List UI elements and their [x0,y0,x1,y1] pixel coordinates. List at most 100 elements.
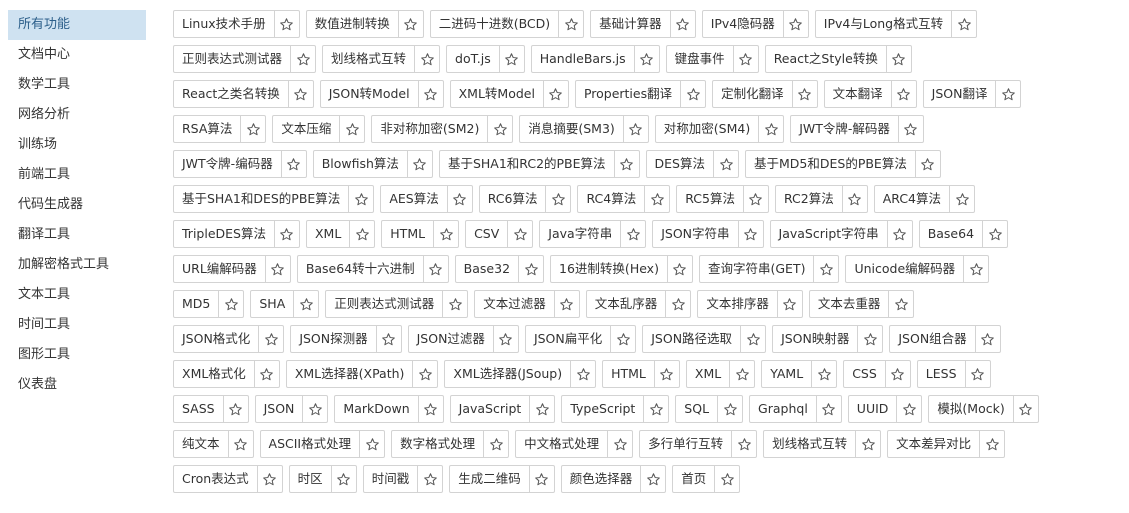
tool-label[interactable]: doT.js [447,46,499,72]
star-icon[interactable] [949,186,974,212]
tool-label[interactable]: JSON组合器 [890,326,974,352]
tool-button[interactable]: Java字符串 [539,220,647,248]
tool-label[interactable]: 划线格式互转 [764,431,855,457]
tool-button[interactable]: JSON转Model [319,80,444,108]
star-icon[interactable] [982,221,1007,247]
star-icon[interactable] [896,396,921,422]
tool-label[interactable]: 基于SHA1和DES的PBE算法 [174,186,348,212]
star-icon[interactable] [518,256,543,282]
tool-button[interactable]: 数值进制转换 [305,10,424,38]
star-icon[interactable] [886,221,912,247]
tool-button[interactable]: JSON过滤器 [407,325,519,353]
tool-label[interactable]: SASS [174,396,223,422]
tool-button[interactable]: JavaScript [449,395,556,423]
tool-button[interactable]: SQL [675,395,744,423]
star-icon[interactable] [666,256,692,282]
tool-label[interactable]: ASCII格式处理 [261,431,360,457]
tool-label[interactable]: RSA算法 [174,116,240,142]
tool-button[interactable]: AES算法 [380,185,473,213]
star-icon[interactable] [813,256,838,282]
star-icon[interactable] [622,116,648,142]
tool-label[interactable]: 二进码十进数(BCD) [431,11,558,37]
sidebar-item[interactable]: 前端工具 [8,160,146,190]
star-icon[interactable] [742,186,768,212]
star-icon[interactable] [406,151,432,177]
tool-label[interactable]: Linux技术手册 [174,11,274,37]
tool-label[interactable]: TripleDES算法 [174,221,274,247]
star-icon[interactable] [558,11,583,37]
tool-button[interactable]: XML转Model [449,80,569,108]
star-icon[interactable] [528,466,554,492]
tool-button[interactable]: HandleBars.js [530,45,660,73]
star-icon[interactable] [776,291,802,317]
tool-label[interactable]: 正则表达式测试器 [174,46,290,72]
tool-label[interactable]: TypeScript [562,396,643,422]
tool-button[interactable]: 首页 [672,465,741,493]
tool-label[interactable]: ARC4算法 [875,186,949,212]
star-icon[interactable] [815,396,841,422]
sidebar-item[interactable]: 文本工具 [8,280,146,310]
tool-button[interactable]: JSON路径选取 [642,325,767,353]
star-icon[interactable] [417,81,443,107]
sidebar-item[interactable]: 网络分析 [8,100,146,130]
star-icon[interactable] [264,256,290,282]
tool-button[interactable]: 消息摘要(SM3) [519,115,649,143]
star-icon[interactable] [729,361,754,387]
star-icon[interactable] [885,46,911,72]
star-icon[interactable] [732,46,758,72]
tool-label[interactable]: XML转Model [451,81,543,107]
tool-button[interactable]: React之类名转换 [173,80,314,108]
tool-label[interactable]: 文本差异对比 [888,431,979,457]
tool-label[interactable]: CSV [466,221,507,247]
tool-button[interactable]: 文本压缩 [272,115,366,143]
tool-label[interactable]: JSON探测器 [291,326,375,352]
tool-button[interactable]: 多行单行互转 [639,430,758,458]
tool-label[interactable]: DES算法 [647,151,713,177]
star-icon[interactable] [422,256,448,282]
tool-button[interactable]: 键盘事件 [665,45,759,73]
tool-label[interactable]: XML选择器(XPath) [287,361,413,387]
tool-button[interactable]: RC4算法 [577,185,671,213]
tool-label[interactable]: Base32 [456,256,518,282]
tool-button[interactable]: 模拟(Mock) [928,395,1039,423]
tool-button[interactable]: Base64 [918,220,1009,248]
star-icon[interactable] [890,81,916,107]
star-icon[interactable] [979,431,1004,457]
tool-label[interactable]: AES算法 [381,186,446,212]
tool-label[interactable]: 基于SHA1和RC2的PBE算法 [440,151,614,177]
tool-label[interactable]: 划线格式互转 [323,46,414,72]
star-icon[interactable] [359,431,384,457]
tool-button[interactable]: 生成二维码 [449,465,555,493]
star-icon[interactable] [348,186,373,212]
star-icon[interactable] [680,81,705,107]
tool-label[interactable]: JSON路径选取 [643,326,740,352]
star-icon[interactable] [613,151,639,177]
tool-label[interactable]: MD5 [174,291,218,317]
star-icon[interactable] [607,431,632,457]
tool-label[interactable]: JWT令牌-编码器 [174,151,281,177]
tool-label[interactable]: 时区 [290,466,331,492]
star-icon[interactable] [884,361,910,387]
star-icon[interactable] [417,396,443,422]
tool-label[interactable]: 16进制转换(Hex) [551,256,667,282]
tool-label[interactable]: 文本乱序器 [587,291,666,317]
tool-label[interactable]: 颜色选择器 [562,466,641,492]
tool-button[interactable]: JSON字符串 [652,220,764,248]
tool-button[interactable]: 时间戳 [362,465,444,493]
tool-button[interactable]: Base64转十六进制 [296,255,449,283]
star-icon[interactable] [713,151,738,177]
tool-label[interactable]: Base64 [920,221,982,247]
star-icon[interactable] [964,361,990,387]
sidebar-item[interactable]: 时间工具 [8,310,146,340]
star-icon[interactable] [553,291,579,317]
tool-label[interactable]: JSON格式化 [174,326,258,352]
star-icon[interactable] [995,81,1020,107]
star-icon[interactable] [256,466,282,492]
tool-label[interactable]: JSON过滤器 [409,326,493,352]
tool-button[interactable]: JavaScript字符串 [769,220,913,248]
tool-button[interactable]: 文本过滤器 [474,290,580,318]
tool-button[interactable]: HTML [602,360,680,388]
tool-button[interactable]: IPv4与Long格式互转 [814,10,978,38]
star-icon[interactable] [492,326,518,352]
star-icon[interactable] [545,186,570,212]
